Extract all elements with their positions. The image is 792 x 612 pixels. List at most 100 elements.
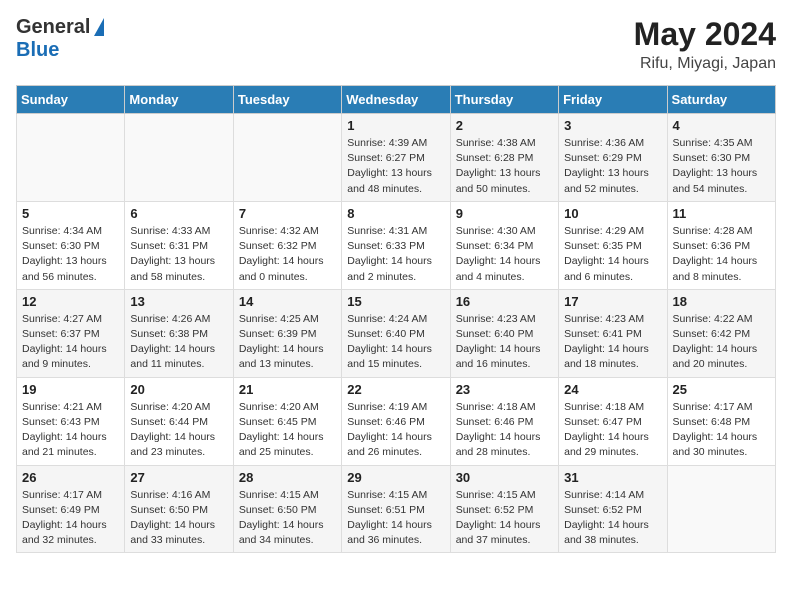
location-text: Rifu, Miyagi, Japan	[634, 55, 776, 73]
day-info: Sunrise: 4:18 AMSunset: 6:47 PMDaylight:…	[564, 400, 661, 461]
day-info: Sunrise: 4:30 AMSunset: 6:34 PMDaylight:…	[456, 224, 553, 285]
day-info: Sunrise: 4:21 AMSunset: 6:43 PMDaylight:…	[22, 400, 119, 461]
calendar-week-row: 26 Sunrise: 4:17 AMSunset: 6:49 PMDayligh…	[17, 465, 776, 553]
calendar-cell	[17, 114, 125, 202]
day-of-week-tuesday: Tuesday	[233, 86, 341, 114]
day-number: 26	[22, 470, 119, 485]
calendar-cell: 22 Sunrise: 4:19 AMSunset: 6:46 PMDayligh…	[342, 377, 450, 465]
day-number: 3	[564, 118, 661, 133]
calendar-cell: 10 Sunrise: 4:29 AMSunset: 6:35 PMDayligh…	[559, 201, 667, 289]
day-info: Sunrise: 4:39 AMSunset: 6:27 PMDaylight:…	[347, 136, 444, 197]
day-info: Sunrise: 4:27 AMSunset: 6:37 PMDaylight:…	[22, 312, 119, 373]
calendar-cell: 11Sunrise: 4:28 AMSunset: 6:36 PMDayligh…	[667, 201, 775, 289]
day-number: 21	[239, 382, 336, 397]
day-info: Sunrise: 4:35 AMSunset: 6:30 PMDaylight:…	[673, 136, 770, 197]
calendar-cell: 19 Sunrise: 4:21 AMSunset: 6:43 PMDayligh…	[17, 377, 125, 465]
day-info: Sunrise: 4:20 AMSunset: 6:44 PMDaylight:…	[130, 400, 227, 461]
day-of-week-monday: Monday	[125, 86, 233, 114]
calendar-cell: 23Sunrise: 4:18 AMSunset: 6:46 PMDayligh…	[450, 377, 558, 465]
calendar-cell: 12 Sunrise: 4:27 AMSunset: 6:37 PMDayligh…	[17, 289, 125, 377]
day-number: 30	[456, 470, 553, 485]
day-number: 4	[673, 118, 770, 133]
calendar-cell: 24 Sunrise: 4:18 AMSunset: 6:47 PMDayligh…	[559, 377, 667, 465]
calendar-cell: 31Sunrise: 4:14 AMSunset: 6:52 PMDayligh…	[559, 465, 667, 553]
day-number: 11	[673, 206, 770, 221]
calendar-cell: 26 Sunrise: 4:17 AMSunset: 6:49 PMDayligh…	[17, 465, 125, 553]
calendar-cell: 21 Sunrise: 4:20 AMSunset: 6:45 PMDayligh…	[233, 377, 341, 465]
calendar-cell: 7Sunrise: 4:32 AMSunset: 6:32 PMDaylight…	[233, 201, 341, 289]
day-number: 13	[130, 294, 227, 309]
title-area: May 2024 Rifu, Miyagi, Japan	[634, 16, 776, 73]
calendar-cell: 1 Sunrise: 4:39 AMSunset: 6:27 PMDaylight…	[342, 114, 450, 202]
calendar-cell: 20 Sunrise: 4:20 AMSunset: 6:44 PMDayligh…	[125, 377, 233, 465]
day-of-week-saturday: Saturday	[667, 86, 775, 114]
logo-general-text: General	[16, 16, 90, 39]
logo: General Blue	[16, 16, 104, 62]
day-of-week-thursday: Thursday	[450, 86, 558, 114]
logo-triangle-icon	[94, 18, 104, 36]
day-info: Sunrise: 4:38 AMSunset: 6:28 PMDaylight:…	[456, 136, 553, 197]
day-number: 20	[130, 382, 227, 397]
day-info: Sunrise: 4:25 AMSunset: 6:39 PMDaylight:…	[239, 312, 336, 373]
day-number: 16	[456, 294, 553, 309]
calendar-cell: 13 Sunrise: 4:26 AMSunset: 6:38 PMDayligh…	[125, 289, 233, 377]
day-number: 9	[456, 206, 553, 221]
calendar-cell: 9 Sunrise: 4:30 AMSunset: 6:34 PMDaylight…	[450, 201, 558, 289]
day-number: 22	[347, 382, 444, 397]
day-number: 5	[22, 206, 119, 221]
day-number: 28	[239, 470, 336, 485]
calendar-cell: 25Sunrise: 4:17 AMSunset: 6:48 PMDayligh…	[667, 377, 775, 465]
calendar-cell: 18 Sunrise: 4:22 AMSunset: 6:42 PMDayligh…	[667, 289, 775, 377]
day-info: Sunrise: 4:20 AMSunset: 6:45 PMDaylight:…	[239, 400, 336, 461]
calendar-cell: 29Sunrise: 4:15 AMSunset: 6:51 PMDayligh…	[342, 465, 450, 553]
day-info: Sunrise: 4:29 AMSunset: 6:35 PMDaylight:…	[564, 224, 661, 285]
day-info: Sunrise: 4:23 AMSunset: 6:40 PMDaylight:…	[456, 312, 553, 373]
day-info: Sunrise: 4:18 AMSunset: 6:46 PMDaylight:…	[456, 400, 553, 461]
day-info: Sunrise: 4:31 AMSunset: 6:33 PMDaylight:…	[347, 224, 444, 285]
calendar-week-row: 12 Sunrise: 4:27 AMSunset: 6:37 PMDayligh…	[17, 289, 776, 377]
page-header: General Blue May 2024 Rifu, Miyagi, Japa…	[16, 16, 776, 73]
calendar-cell: 6Sunrise: 4:33 AMSunset: 6:31 PMDaylight…	[125, 201, 233, 289]
day-info: Sunrise: 4:19 AMSunset: 6:46 PMDaylight:…	[347, 400, 444, 461]
day-number: 14	[239, 294, 336, 309]
day-info: Sunrise: 4:26 AMSunset: 6:38 PMDaylight:…	[130, 312, 227, 373]
day-info: Sunrise: 4:22 AMSunset: 6:42 PMDaylight:…	[673, 312, 770, 373]
calendar-cell	[125, 114, 233, 202]
day-number: 7	[239, 206, 336, 221]
calendar-week-row: 5 Sunrise: 4:34 AMSunset: 6:30 PMDaylight…	[17, 201, 776, 289]
day-of-week-wednesday: Wednesday	[342, 86, 450, 114]
calendar-cell	[667, 465, 775, 553]
calendar-cell: 4 Sunrise: 4:35 AMSunset: 6:30 PMDaylight…	[667, 114, 775, 202]
day-number: 8	[347, 206, 444, 221]
calendar-cell: 14 Sunrise: 4:25 AMSunset: 6:39 PMDayligh…	[233, 289, 341, 377]
calendar-table: SundayMondayTuesdayWednesdayThursdayFrid…	[16, 85, 776, 553]
day-info: Sunrise: 4:23 AMSunset: 6:41 PMDaylight:…	[564, 312, 661, 373]
calendar-header-row: SundayMondayTuesdayWednesdayThursdayFrid…	[17, 86, 776, 114]
day-of-week-friday: Friday	[559, 86, 667, 114]
calendar-week-row: 1 Sunrise: 4:39 AMSunset: 6:27 PMDaylight…	[17, 114, 776, 202]
calendar-cell: 16 Sunrise: 4:23 AMSunset: 6:40 PMDayligh…	[450, 289, 558, 377]
day-number: 17	[564, 294, 661, 309]
logo-blue-text: Blue	[16, 39, 59, 62]
calendar-cell: 8 Sunrise: 4:31 AMSunset: 6:33 PMDaylight…	[342, 201, 450, 289]
calendar-cell: 5 Sunrise: 4:34 AMSunset: 6:30 PMDaylight…	[17, 201, 125, 289]
calendar-cell: 28 Sunrise: 4:15 AMSunset: 6:50 PMDayligh…	[233, 465, 341, 553]
day-info: Sunrise: 4:15 AMSunset: 6:50 PMDaylight:…	[239, 488, 336, 549]
day-info: Sunrise: 4:15 AMSunset: 6:52 PMDaylight:…	[456, 488, 553, 549]
day-number: 1	[347, 118, 444, 133]
day-number: 24	[564, 382, 661, 397]
day-info: Sunrise: 4:34 AMSunset: 6:30 PMDaylight:…	[22, 224, 119, 285]
day-info: Sunrise: 4:17 AMSunset: 6:49 PMDaylight:…	[22, 488, 119, 549]
day-number: 12	[22, 294, 119, 309]
day-number: 29	[347, 470, 444, 485]
day-number: 10	[564, 206, 661, 221]
day-number: 27	[130, 470, 227, 485]
day-number: 15	[347, 294, 444, 309]
calendar-cell: 2 Sunrise: 4:38 AMSunset: 6:28 PMDaylight…	[450, 114, 558, 202]
day-of-week-sunday: Sunday	[17, 86, 125, 114]
day-number: 2	[456, 118, 553, 133]
calendar-cell: 17 Sunrise: 4:23 AMSunset: 6:41 PMDayligh…	[559, 289, 667, 377]
day-number: 6	[130, 206, 227, 221]
day-number: 19	[22, 382, 119, 397]
day-number: 18	[673, 294, 770, 309]
